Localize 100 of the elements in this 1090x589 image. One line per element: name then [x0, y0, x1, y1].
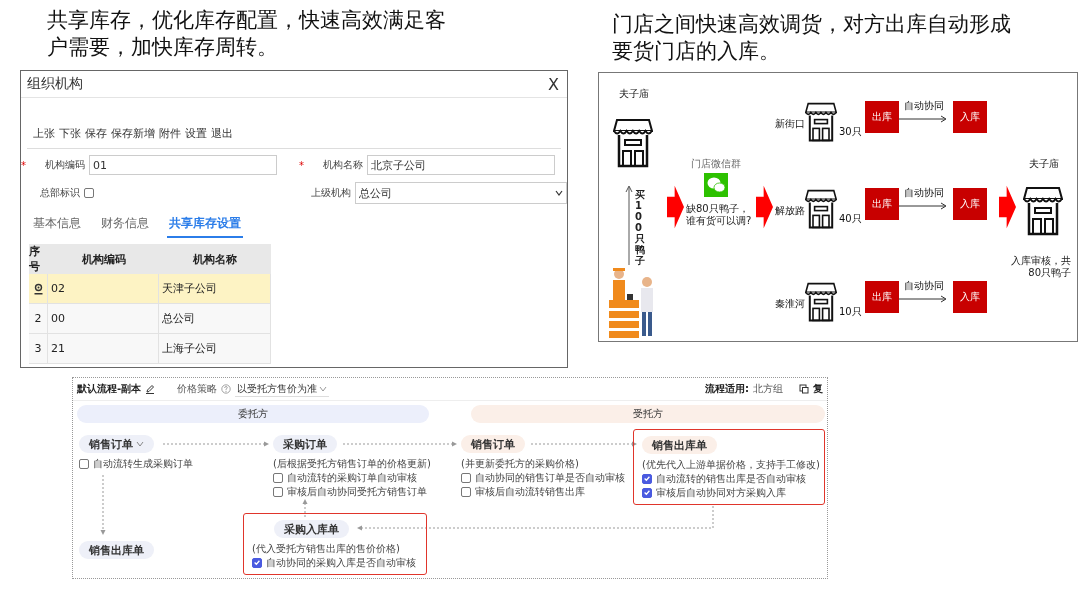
field-label: 价格策略 — [177, 382, 218, 396]
checkbox-label: 自动流转的采购订单自动审核 — [287, 470, 417, 485]
flow-node-button[interactable]: 销售出库单 — [642, 436, 717, 454]
caption: 共享库存，优化库存配置，快速高效满足客户需要，加快库存周转。 — [47, 7, 447, 60]
checkbox[interactable] — [642, 487, 652, 498]
inbound-block: 入库 — [953, 188, 987, 220]
checkbox[interactable] — [642, 473, 652, 484]
store-name: 夫子庙 — [1029, 157, 1059, 171]
arrow-icon — [899, 202, 947, 210]
column-header: 机构名称 — [159, 244, 271, 274]
inbound-block: 入库 — [953, 281, 987, 313]
input-field[interactable]: 北京子公司 — [367, 155, 555, 175]
outbound-block: 出库 — [865, 188, 899, 220]
node-note: (并更新委托方的采购价格) — [461, 457, 580, 470]
copy-label[interactable]: 复 — [813, 382, 823, 396]
checkbox-label: 自动流转的销售出库是否自动审核 — [656, 471, 806, 486]
outbound-block: 出库 — [865, 281, 899, 313]
checkbox[interactable] — [273, 486, 283, 497]
chat-message: 缺80只鸭子，谁有货可以调? — [686, 203, 753, 227]
tab[interactable]: 共享库存设置 — [167, 213, 243, 238]
toolbar-button[interactable]: 保存 — [85, 124, 107, 142]
checkbox-label: 审核后自动流转销售出库 — [475, 484, 585, 499]
caret-icon — [136, 441, 144, 447]
quantity-label: 40只 — [839, 212, 862, 226]
flow-node-button[interactable]: 采购入库单 — [274, 520, 349, 538]
required-mark: * — [21, 159, 26, 171]
column-header: 序号 — [29, 244, 48, 274]
inbound-block: 入库 — [953, 101, 987, 133]
table-cell: 3 — [29, 334, 48, 364]
arrow-label: 自动协同 — [904, 186, 944, 200]
field-label: 流程适用: — [705, 382, 749, 396]
store-icon — [805, 281, 837, 323]
toolbar-button[interactable]: 上张 — [33, 124, 55, 142]
arrow-icon — [625, 185, 633, 265]
table-cell: 2 — [29, 304, 48, 334]
tab[interactable]: 基本信息 — [31, 213, 83, 238]
checkbox-label: 自动协同的销售订单是否自动审核 — [475, 470, 625, 485]
node-note: (优先代入上游单据价格，支持手工修改) — [642, 458, 821, 471]
flow-node-button[interactable]: 销售订单 — [79, 435, 154, 453]
close-button[interactable]: X — [546, 74, 561, 94]
dropdown-field[interactable]: 以受托方售价为准 — [235, 381, 330, 397]
outbound-block: 出库 — [865, 101, 899, 133]
checkbox[interactable] — [273, 472, 283, 483]
table-cell: 21 — [48, 334, 159, 364]
edit-icon[interactable] — [145, 384, 156, 394]
flow-node-button[interactable]: 销售出库单 — [79, 541, 154, 559]
store-name: 解放路 — [775, 204, 805, 218]
caret-icon — [319, 385, 328, 392]
checkbox[interactable] — [461, 486, 471, 497]
input-field[interactable]: 01 — [89, 155, 277, 175]
field-label: 总部标识 — [38, 186, 80, 200]
flow-node-button[interactable]: 销售订单 — [461, 435, 525, 453]
store-icon — [805, 188, 837, 230]
field-label: 机构编码 — [44, 158, 85, 172]
group-name: 门店微信群 — [691, 157, 741, 171]
checkbox[interactable] — [83, 188, 94, 198]
quantity-label: 30只 — [839, 125, 862, 139]
chat-app-icon — [704, 173, 728, 197]
window-title: 组织机构 — [27, 75, 83, 93]
checkbox[interactable] — [461, 472, 471, 483]
dashed-arrow — [302, 499, 308, 518]
party-band: 受托方 — [471, 405, 825, 423]
table-cell: 天津子公司 — [159, 274, 271, 304]
toolbar-button[interactable]: 附件 — [159, 124, 181, 142]
required-mark: * — [299, 159, 304, 171]
arrow-icon — [899, 115, 947, 123]
toolbar-button[interactable]: 保存新增 — [111, 124, 155, 142]
checkbox-label: 自动协同的采购入库是否自动审核 — [266, 555, 416, 570]
flow-title: 默认流程-副本 — [77, 382, 142, 396]
field-label: 机构名称 — [322, 158, 363, 172]
table-cell: 02 — [48, 274, 159, 304]
checkbox[interactable] — [252, 557, 262, 568]
arrow-icon — [899, 295, 947, 303]
caption: 门店之间快速高效调货，对方出库自动形成要货门店的入库。 — [612, 11, 1012, 65]
arrow-label: 自动协同 — [904, 279, 944, 293]
table-cell: 上海子公司 — [159, 334, 271, 364]
column-header: 机构编码 — [48, 244, 159, 274]
caret-icon — [555, 190, 563, 196]
node-note: (后根据受托方销售订单的价格更新) — [273, 457, 431, 470]
toolbar-button[interactable]: 下张 — [59, 124, 81, 142]
copy-icon[interactable] — [799, 384, 809, 394]
vertical-note: 买100只鸭子 — [635, 189, 645, 266]
store-name: 夫子庙 — [619, 87, 649, 101]
row-marker-icon — [33, 282, 43, 295]
dropdown-field[interactable]: 总公司 — [354, 182, 567, 204]
store-icon — [805, 101, 837, 143]
scope-value: 北方组 — [753, 382, 783, 396]
toolbar-button[interactable]: 退出 — [211, 124, 233, 142]
store-name: 秦淮河 — [775, 297, 805, 311]
field-label: 上级机构 — [309, 186, 351, 200]
store-note: 入库审核，共80只鸭子 — [1010, 255, 1071, 279]
checkbox-label: 自动流转生成采购订单 — [93, 456, 193, 471]
checkbox[interactable] — [79, 458, 89, 469]
flow-node-button[interactable]: 采购订单 — [273, 435, 337, 453]
checkbox-label: 审核后自动协同对方采购入库 — [656, 485, 786, 500]
tab[interactable]: 财务信息 — [99, 213, 151, 238]
table-cell: 总公司 — [159, 304, 271, 334]
checkbox-label: 审核后自动协同受托方销售订单 — [287, 484, 427, 499]
toolbar-button[interactable]: 设置 — [185, 124, 207, 142]
quantity-label: 10只 — [839, 305, 862, 319]
